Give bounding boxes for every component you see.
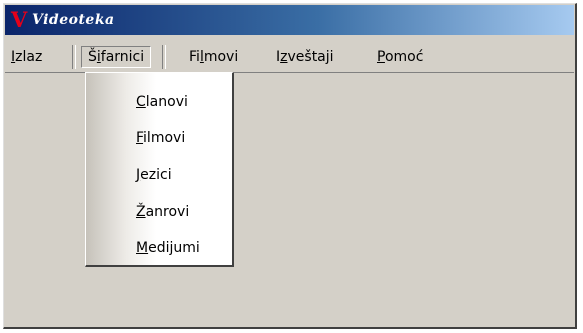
menu-separator <box>162 45 166 69</box>
menu-sifarnici-post: farnici <box>100 49 145 65</box>
menu-izlaz[interactable]: Izlaz <box>7 48 46 66</box>
menu-filmovi-post: movi <box>203 49 239 65</box>
menu-izvestaji[interactable]: Izveštaji <box>272 48 338 66</box>
menu-pomoc[interactable]: Pomoć <box>373 48 427 66</box>
window-title: Videoteka <box>32 12 115 28</box>
menu-separator <box>72 45 76 69</box>
menu-filmovi-pre: Fi <box>189 49 200 65</box>
menu-izlaz-post: zlaz <box>15 49 43 65</box>
menu-filmovi[interactable]: Filmovi <box>185 48 242 66</box>
menu-sifarnici[interactable]: Šifarnici <box>81 46 152 68</box>
menu-sifarnici-pre: Š <box>88 49 97 65</box>
menu-pomoc-accel: P <box>377 49 385 65</box>
menu-izvestaji-accel: z <box>280 49 288 65</box>
menu-izvestaji-post: veštaji <box>287 49 334 65</box>
title-bar[interactable]: V Videoteka <box>5 5 574 35</box>
app-icon[interactable]: V <box>11 8 27 32</box>
client-area <box>5 73 574 326</box>
menu-pomoc-post: omoć <box>384 49 424 65</box>
app-window: V Videoteka Izlaz Šifarnici Filmovi Izve… <box>3 3 577 329</box>
menu-bar: Izlaz Šifarnici Filmovi Izveštaji Pomoć <box>5 35 574 73</box>
